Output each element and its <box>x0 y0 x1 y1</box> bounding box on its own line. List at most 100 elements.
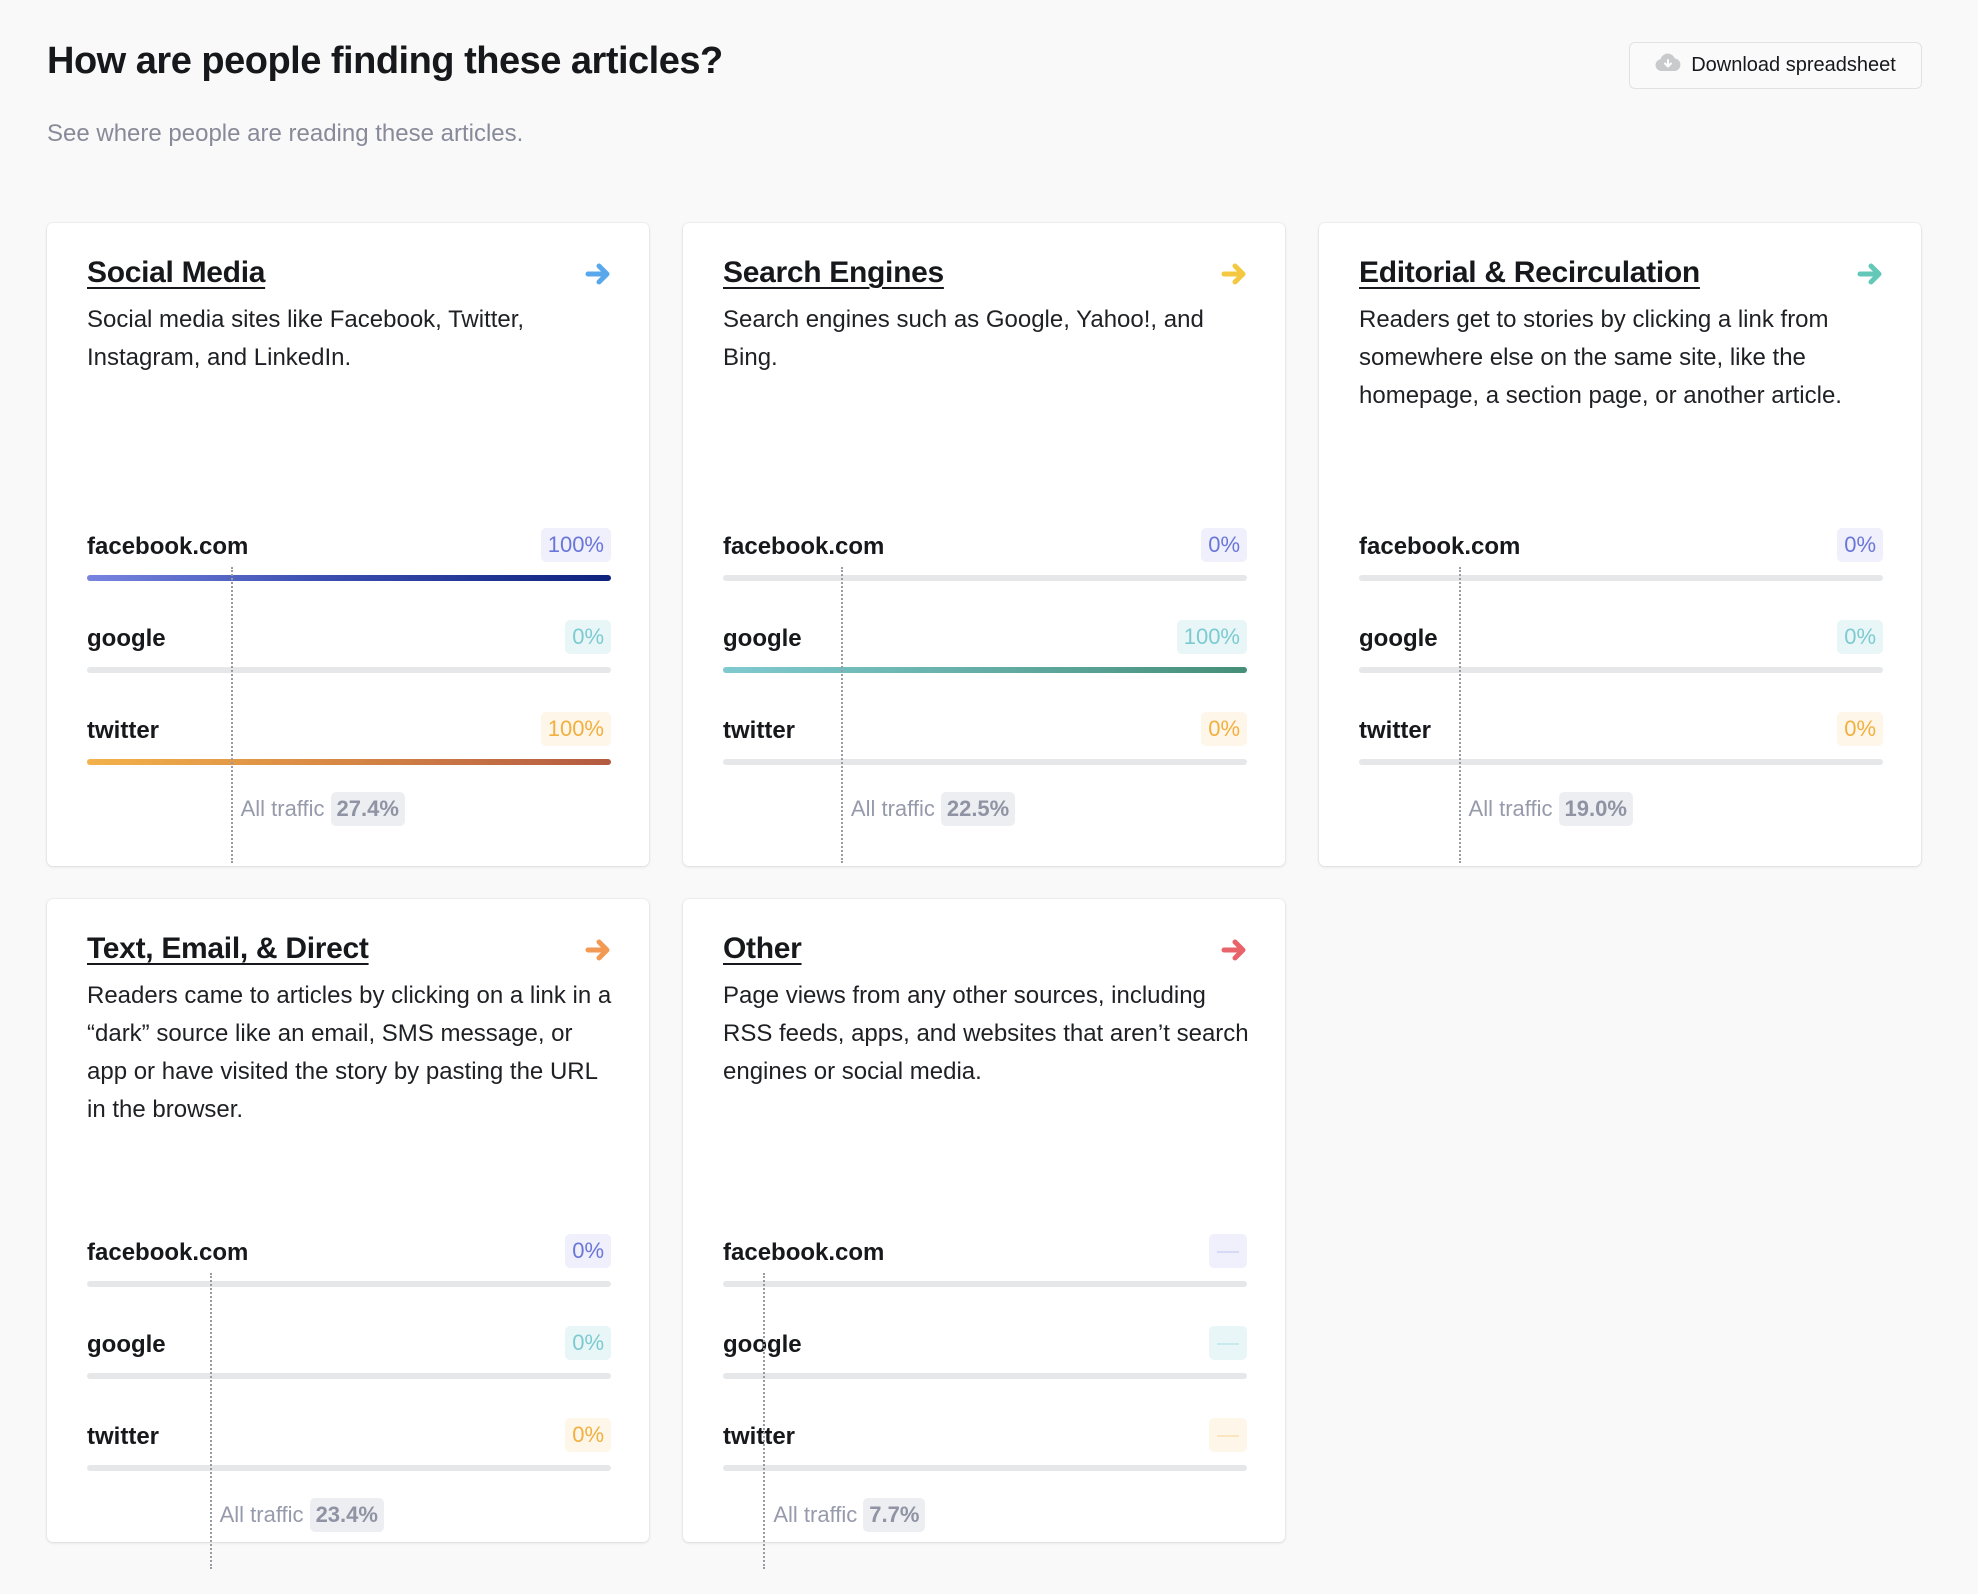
all-traffic-value: 22.5% <box>940 792 1016 826</box>
all-traffic-indicator: All traffic 19.0% <box>1469 792 1633 826</box>
all-traffic-marker-line <box>1458 567 1461 863</box>
source-row: google 0% <box>1359 607 1883 699</box>
card-title-link[interactable]: Search Engines <box>723 256 944 290</box>
card-editorial-recirculation: Editorial & Recirculation Readers get to… <box>1319 223 1921 866</box>
card-description: Search engines such as Google, Yahoo!, a… <box>723 306 1204 371</box>
source-label: google <box>723 1331 802 1358</box>
source-bar-track <box>723 1465 1247 1471</box>
all-traffic-marker-line <box>840 567 843 863</box>
card-text-email-direct: Text, Email, & Direct Readers came to ar… <box>47 899 649 1569</box>
card-other: Other Page views from any other sources,… <box>683 899 1285 1569</box>
source-bar-track <box>723 1373 1247 1379</box>
card-description: Social media sites like Facebook, Twitte… <box>87 306 525 371</box>
card-search-engines: Search Engines Search engines such as Go… <box>683 223 1285 866</box>
source-bar-track <box>87 667 611 673</box>
all-traffic-label: All traffic <box>1468 796 1553 821</box>
source-row: facebook.com 100% <box>87 515 611 607</box>
source-bar-track <box>87 575 611 581</box>
empty-dash-icon <box>1217 1343 1239 1346</box>
card-title-link[interactable]: Social Media <box>87 256 265 290</box>
card-title-link[interactable]: Text, Email, & Direct <box>87 932 369 966</box>
source-label: facebook.com <box>1359 533 1521 560</box>
card-social-media: Social Media Social media sites like Fac… <box>47 223 649 866</box>
source-bar-track <box>1359 667 1883 673</box>
source-rows: facebook.com 0% google 0% twitter 0% <box>1359 515 1883 791</box>
source-row: twitter <box>723 1405 1247 1497</box>
source-percent-badge: 0% <box>1201 528 1247 562</box>
source-label: facebook.com <box>87 1239 249 1266</box>
source-row: google <box>723 1313 1247 1405</box>
all-traffic-indicator: All traffic 23.4% <box>220 1498 384 1532</box>
source-row: twitter 0% <box>723 699 1247 791</box>
source-label: google <box>87 625 166 652</box>
card-description: Page views from any other sources, inclu… <box>723 982 1249 1085</box>
all-traffic-indicator: All traffic 22.5% <box>851 792 1016 826</box>
source-row: twitter 0% <box>1359 699 1883 791</box>
arrow-right-icon[interactable] <box>585 937 613 963</box>
arrow-right-icon[interactable] <box>1221 937 1249 963</box>
source-bar-fill <box>87 759 611 765</box>
all-traffic-value: 23.4% <box>309 1498 384 1532</box>
source-percent-badge <box>1209 1326 1247 1360</box>
source-row: facebook.com 0% <box>87 1221 611 1313</box>
source-bar-track <box>1359 575 1883 581</box>
card-description: Readers get to stories by clicking a lin… <box>1359 306 1842 409</box>
all-traffic-marker-line <box>209 1273 212 1569</box>
source-percent-badge: 0% <box>565 620 611 654</box>
source-label: twitter <box>723 1423 795 1450</box>
source-label: facebook.com <box>87 533 249 560</box>
source-row: twitter 100% <box>87 699 611 791</box>
source-bar-track <box>87 1281 611 1287</box>
source-row: google 100% <box>723 607 1247 699</box>
arrow-right-icon[interactable] <box>1857 261 1885 287</box>
card-title-link[interactable]: Editorial & Recirculation <box>1359 256 1700 290</box>
all-traffic-value: 19.0% <box>1558 792 1633 826</box>
source-percent-badge: 0% <box>1201 712 1247 746</box>
source-row: google 0% <box>87 607 611 699</box>
source-percent-badge: 100% <box>1176 620 1247 654</box>
all-traffic-marker-line <box>763 1273 766 1569</box>
source-label: twitter <box>87 717 159 744</box>
source-rows: facebook.com 0% google 0% twitter 0% <box>87 1221 611 1497</box>
arrow-right-icon[interactable] <box>585 261 613 287</box>
source-rows: facebook.com 0% google 100% twitter 0% <box>723 515 1247 791</box>
source-rows: facebook.com google twitter <box>723 1221 1247 1497</box>
source-row: facebook.com <box>723 1221 1247 1313</box>
source-bar-track <box>723 667 1247 673</box>
all-traffic-indicator: All traffic 27.4% <box>241 792 405 826</box>
download-label: Download spreadsheet <box>1691 54 1896 76</box>
all-traffic-label: All traffic <box>773 1502 858 1527</box>
source-bar-track <box>1359 759 1883 765</box>
source-bar-track <box>723 1281 1247 1287</box>
card-title-link[interactable]: Other <box>723 932 802 966</box>
card-description: Readers came to articles by clicking on … <box>87 982 612 1123</box>
all-traffic-label: All traffic <box>240 796 325 821</box>
source-percent-badge: 0% <box>565 1234 611 1268</box>
source-label: twitter <box>723 717 795 744</box>
source-bar-track <box>87 759 611 765</box>
source-label: google <box>1359 625 1438 652</box>
all-traffic-marker-line <box>230 567 233 863</box>
source-percent-badge: 100% <box>540 528 611 562</box>
source-percent-badge: 0% <box>565 1326 611 1360</box>
all-traffic-value: 27.4% <box>330 792 405 826</box>
all-traffic-label: All traffic <box>219 1502 304 1527</box>
source-bar-track <box>87 1465 611 1471</box>
arrow-right-icon[interactable] <box>1221 261 1249 287</box>
source-row: google 0% <box>87 1313 611 1405</box>
source-percent-badge: 100% <box>540 712 611 746</box>
source-bar-track <box>723 575 1247 581</box>
empty-dash-icon <box>1217 1435 1239 1438</box>
all-traffic-indicator: All traffic 7.7% <box>773 1498 926 1532</box>
source-row: twitter 0% <box>87 1405 611 1497</box>
source-row: facebook.com 0% <box>1359 515 1883 607</box>
page-title: How are people finding these articles? <box>47 40 723 82</box>
source-percent-badge <box>1209 1418 1247 1452</box>
source-rows: facebook.com 100% google 0% twitter 100% <box>87 515 611 791</box>
source-label: twitter <box>1359 717 1431 744</box>
source-percent-badge: 0% <box>1837 712 1883 746</box>
source-label: facebook.com <box>723 533 885 560</box>
download-spreadsheet-button[interactable]: Download spreadsheet <box>1629 42 1922 89</box>
page-subtitle: See where people are reading these artic… <box>47 120 524 147</box>
source-label: google <box>87 1331 166 1358</box>
